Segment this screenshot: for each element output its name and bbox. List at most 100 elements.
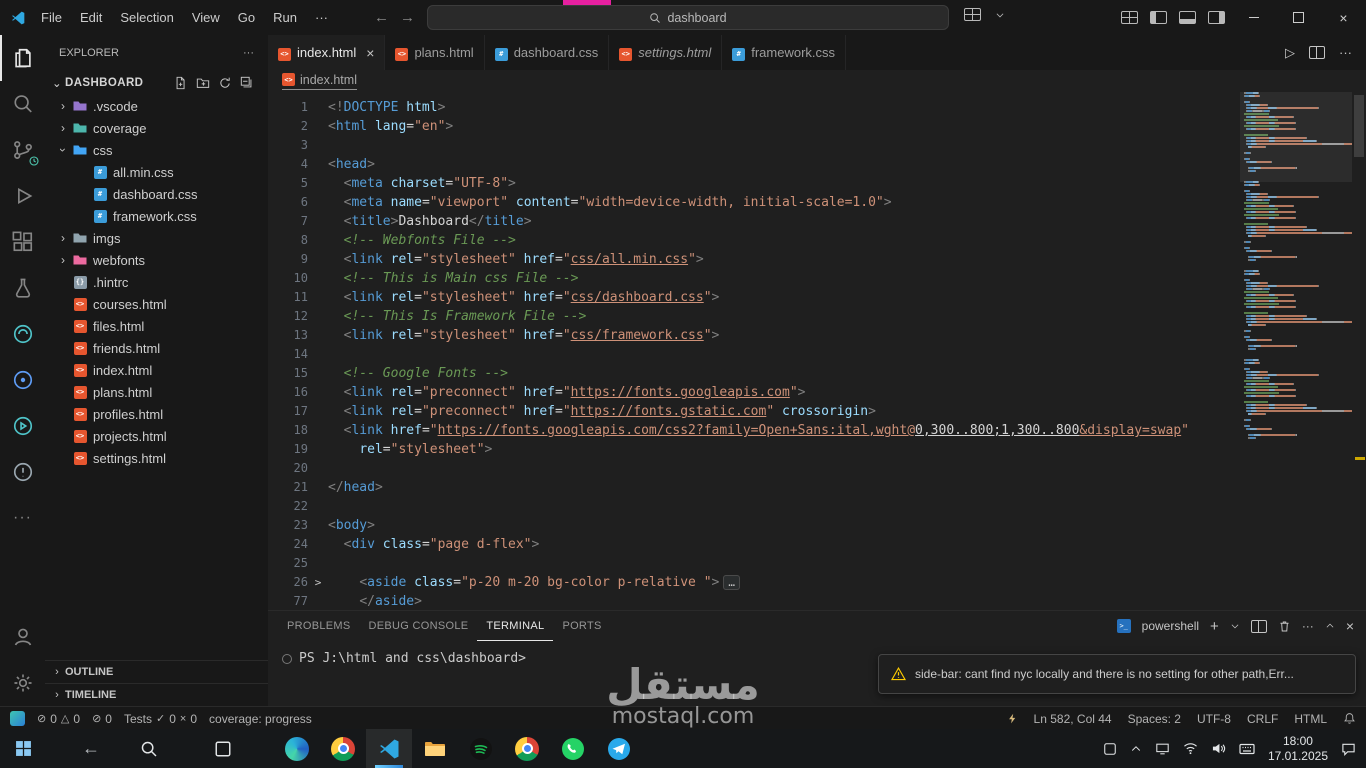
tree-item-profiles.html[interactable]: <> profiles.html — [45, 403, 268, 425]
tab-index.html[interactable]: <> index.html × — [268, 35, 386, 70]
notification-center-icon[interactable] — [1341, 742, 1356, 756]
start-button[interactable] — [0, 729, 46, 768]
tree-item-index.html[interactable]: <> index.html — [45, 359, 268, 381]
menu-go[interactable]: Go — [229, 0, 264, 35]
toggle-panel-icon[interactable] — [1179, 11, 1196, 24]
search-sidebar-icon[interactable] — [0, 81, 45, 127]
tray-keyboard-icon[interactable] — [1239, 743, 1255, 755]
tray-app-icon[interactable] — [1103, 742, 1117, 756]
panel-maximize-icon[interactable] — [1325, 621, 1335, 631]
app-icon-chrome-2[interactable] — [504, 729, 550, 768]
extension-circle-icon-2[interactable] — [0, 357, 45, 403]
account-icon[interactable] — [0, 614, 45, 660]
app-icon-telegram[interactable] — [596, 729, 642, 768]
menu-view[interactable]: View — [183, 0, 229, 35]
panel-tab-debug-console[interactable]: DEBUG CONSOLE — [360, 611, 478, 641]
panel-tab-problems[interactable]: PROBLEMS — [278, 611, 360, 641]
tree-item-.vscode[interactable]: › .vscode — [45, 95, 268, 117]
app-icon-file-explorer[interactable] — [412, 729, 458, 768]
customize-layout-icon[interactable] — [1121, 11, 1138, 24]
minimap-slider[interactable] — [1240, 92, 1352, 182]
collapse-all-icon[interactable] — [240, 76, 254, 90]
chevron-down-icon[interactable] — [995, 10, 1005, 20]
nav-back-icon[interactable]: ← — [374, 0, 389, 35]
menu-overflow[interactable]: ··· — [306, 0, 337, 35]
menu-selection[interactable]: Selection — [111, 0, 182, 35]
extension-circle-icon-1[interactable] — [0, 311, 45, 357]
tree-item-courses.html[interactable]: <> courses.html — [45, 293, 268, 315]
tree-item-all.min.css[interactable]: # all.min.css — [45, 161, 268, 183]
minimap[interactable] — [1240, 92, 1352, 610]
overview-ruler[interactable] — [1352, 92, 1366, 610]
layout-grid-icon[interactable] — [964, 8, 981, 21]
refresh-icon[interactable] — [218, 76, 232, 90]
tree-item-friends.html[interactable]: <> friends.html — [45, 337, 268, 359]
menu-run[interactable]: Run — [264, 0, 306, 35]
extension-circle-icon-4[interactable] — [0, 449, 45, 495]
language-mode[interactable]: HTML — [1294, 712, 1327, 726]
taskbar-arrow-app-icon[interactable]: ← — [68, 729, 114, 768]
tree-item-webfonts[interactable]: › webfonts — [45, 249, 268, 271]
new-file-icon[interactable] — [174, 76, 188, 90]
toggle-sidebar-icon[interactable] — [1150, 11, 1167, 24]
toggle-secondary-sidebar-icon[interactable] — [1208, 11, 1225, 24]
tab-framework.css[interactable]: # framework.css — [722, 35, 847, 70]
extensions-icon[interactable] — [0, 219, 45, 265]
ports-status[interactable]: ⊘ 0 — [92, 712, 112, 726]
menu-file[interactable]: File — [32, 0, 71, 35]
source-control-icon[interactable] — [0, 127, 45, 173]
encoding[interactable]: UTF-8 — [1197, 712, 1231, 726]
tab-settings.html[interactable]: <> settings.html — [609, 35, 723, 70]
tree-item-dashboard.css[interactable]: # dashboard.css — [45, 183, 268, 205]
split-editor-icon[interactable] — [1309, 46, 1325, 59]
app-icon-edge[interactable] — [274, 729, 320, 768]
tree-item-plans.html[interactable]: <> plans.html — [45, 381, 268, 403]
new-folder-icon[interactable] — [196, 76, 210, 90]
cursor-position[interactable]: Ln 582, Col 44 — [1034, 712, 1112, 726]
panel-tab-ports[interactable]: PORTS — [553, 611, 610, 641]
tree-item-.hintrc[interactable]: {} .hintrc — [45, 271, 268, 293]
app-icon-chrome[interactable] — [320, 729, 366, 768]
kill-terminal-icon[interactable] — [1278, 620, 1291, 633]
explorer-section-header[interactable]: ⌄ DASHBOARD — [45, 71, 268, 95]
timeline-section[interactable]: › TIMELINE — [45, 683, 268, 706]
panel-close-icon[interactable]: × — [1346, 618, 1354, 634]
tree-item-files.html[interactable]: <> files.html — [45, 315, 268, 337]
run-preview-icon[interactable]: ▷ — [1285, 45, 1295, 61]
menu-edit[interactable]: Edit — [71, 0, 111, 35]
testing-icon[interactable] — [0, 265, 45, 311]
search-input[interactable]: dashboard — [427, 5, 949, 30]
maximize-button[interactable] — [1276, 0, 1321, 35]
tree-item-framework.css[interactable]: # framework.css — [45, 205, 268, 227]
run-debug-icon[interactable] — [0, 173, 45, 219]
app-icon-spotify[interactable] — [458, 729, 504, 768]
shell-label[interactable]: powershell — [1142, 619, 1199, 633]
tree-item-css[interactable]: › css — [45, 139, 268, 161]
app-icon-vscode[interactable] — [366, 729, 412, 768]
outline-section[interactable]: › OUTLINE — [45, 660, 268, 683]
terminal-dropdown-icon[interactable] — [1230, 621, 1240, 631]
more-views-icon[interactable]: ··· — [0, 495, 45, 541]
tests-status[interactable]: Tests ✓ 0 × 0 — [124, 712, 197, 726]
new-terminal-icon[interactable]: + — [1210, 618, 1219, 635]
tree-item-coverage[interactable]: › coverage — [45, 117, 268, 139]
extension-circle-icon-3[interactable] — [0, 403, 45, 449]
tray-wifi-icon[interactable] — [1183, 742, 1198, 755]
remote-indicator-icon[interactable] — [10, 711, 25, 726]
nav-forward-icon[interactable]: → — [400, 0, 415, 35]
tab-dashboard.css[interactable]: # dashboard.css — [484, 35, 610, 70]
panel-more-icon[interactable]: ··· — [1302, 619, 1314, 633]
split-terminal-icon[interactable] — [1250, 619, 1267, 633]
minimize-button[interactable] — [1231, 0, 1276, 35]
tray-volume-icon[interactable] — [1211, 742, 1226, 755]
app-icon-whatsapp[interactable] — [550, 729, 596, 768]
taskbar-search-button[interactable] — [126, 729, 172, 768]
explorer-more-icon[interactable]: ··· — [243, 47, 254, 59]
indentation[interactable]: Spaces: 2 — [1128, 712, 1181, 726]
coverage-status[interactable]: coverage: progress — [209, 712, 312, 726]
breadcrumb-item[interactable]: <> index.html — [282, 73, 357, 90]
taskbar-clock[interactable]: 18:00 17.01.2025 — [1268, 734, 1328, 764]
panel-tab-terminal[interactable]: TERMINAL — [477, 611, 553, 641]
close-tab-icon[interactable]: × — [366, 45, 374, 61]
fold-collapsed-icon[interactable]: > — [308, 573, 328, 592]
